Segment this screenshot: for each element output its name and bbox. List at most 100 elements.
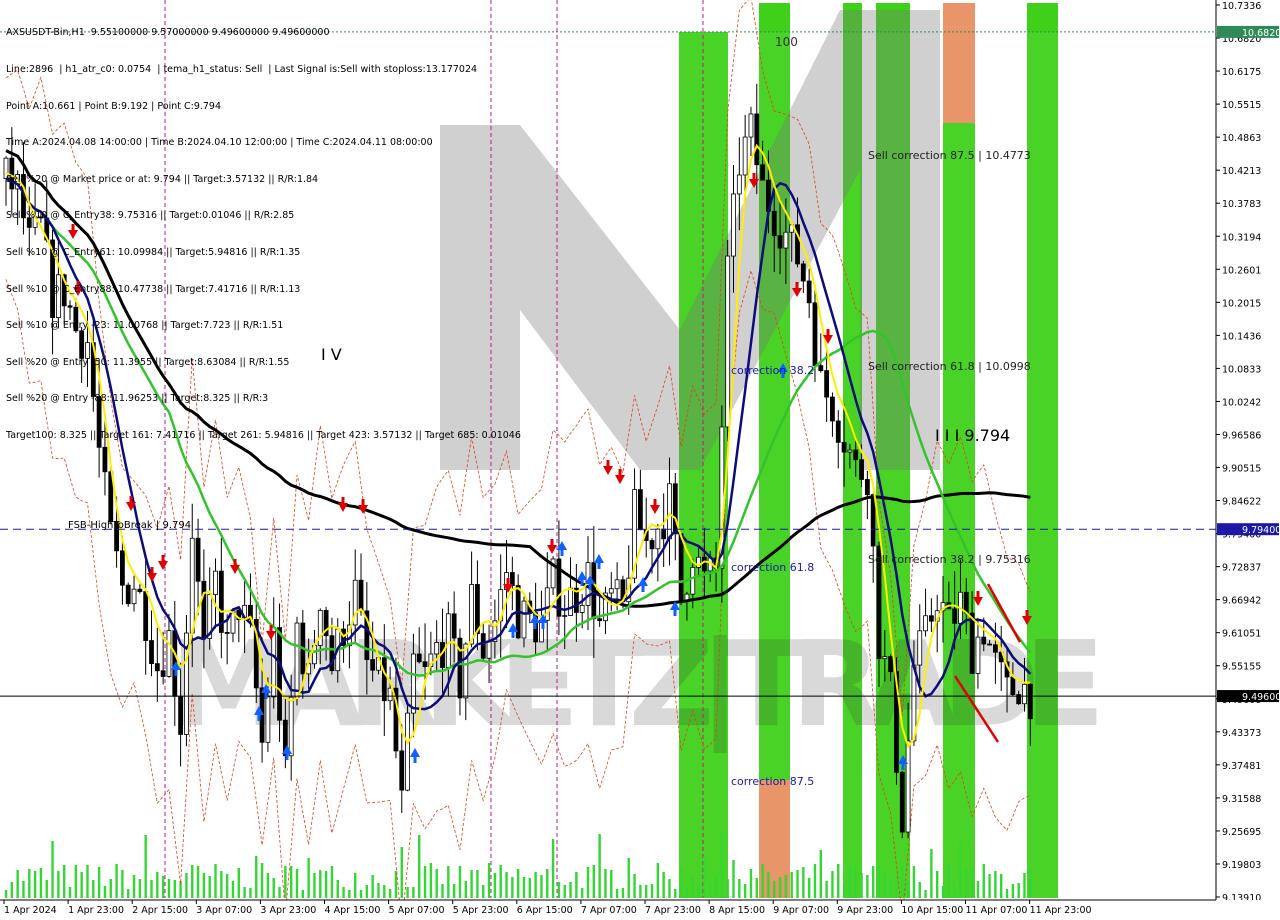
volume-bar (988, 874, 991, 898)
orange-zone (943, 3, 975, 123)
candle-body (993, 644, 998, 653)
green-zone (759, 3, 790, 32)
candle-body (195, 537, 201, 582)
volume-bar (487, 863, 491, 898)
candle-body (1022, 683, 1027, 705)
info-line: Sell %20 @ Market price or at: 9.794 || … (6, 173, 319, 185)
candle-body (224, 632, 230, 634)
volume-bar (383, 885, 386, 898)
volume-bar (522, 877, 526, 898)
candle-body (847, 449, 853, 453)
candle-body (399, 750, 405, 791)
volume-bar (807, 878, 811, 898)
volume-bar (557, 882, 561, 898)
volume-bar (819, 850, 822, 898)
candle-body (405, 712, 410, 791)
volume-bar (842, 885, 846, 898)
candle-body (381, 657, 387, 702)
price-tick-label: 10.4213 (1222, 166, 1261, 177)
volume-bar (482, 885, 485, 898)
candle-body (812, 302, 818, 367)
candle-body (824, 370, 830, 398)
candle-body (370, 659, 376, 671)
volume-bar (662, 872, 665, 898)
price-tick-label: 10.6175 (1222, 67, 1261, 78)
candle-body (899, 771, 905, 833)
volume-bar (540, 875, 543, 898)
volume-bar (458, 866, 462, 898)
label-100: 100 (775, 35, 798, 49)
volume-bar (505, 872, 508, 898)
volume-bar (854, 865, 857, 898)
volume-bar (697, 885, 700, 898)
candle-body (742, 136, 748, 176)
volume-bar (551, 839, 555, 898)
volume-bar (918, 882, 921, 898)
volume-bar (103, 886, 107, 898)
time-tick-label: 3 Apr 23:00 (260, 905, 316, 916)
volume-bar (778, 877, 782, 898)
candle-body (690, 567, 696, 595)
volume-bar (156, 872, 159, 898)
volume-bar (45, 880, 48, 898)
volume-bar (912, 866, 916, 898)
time-tick-label: 7 Apr 23:00 (645, 905, 701, 916)
time-tick-label: 1 Apr 2024 (4, 905, 57, 916)
info-line: Point A:10.661 | Point B:9.192 | Point C… (6, 100, 222, 112)
volume-bar (16, 870, 19, 898)
candle-body (905, 740, 911, 833)
price-tick-label: 10.2015 (1222, 298, 1261, 309)
volume-bar (435, 869, 438, 898)
candle-body (888, 656, 894, 673)
candle-body (125, 584, 131, 605)
time-tick-label: 11 Apr 07:00 (966, 905, 1028, 916)
price-tick-label: 9.96586 (1222, 430, 1261, 441)
candle-body (800, 263, 806, 282)
candle-body (830, 396, 835, 422)
volume-bar (336, 880, 339, 898)
wave-label-iii: I I I 9.794 (935, 426, 1010, 445)
correction-382-label: correction 38.2 (731, 364, 814, 377)
price-tick-label: 10.3783 (1222, 199, 1261, 210)
candle-body (597, 618, 603, 622)
volume-bar (621, 888, 625, 898)
volume-bar (924, 890, 927, 898)
correction-618-label: correction 61.8 (731, 561, 814, 574)
candle-body (672, 483, 678, 535)
info-line: Target100: 8.325 || Target 161: 7.41716 … (6, 429, 521, 441)
volume-bar (656, 863, 660, 898)
candle-body (160, 670, 166, 677)
candle-body (213, 570, 218, 595)
volume-bar (732, 860, 735, 898)
volume-bar (470, 870, 473, 898)
volume-bar (610, 870, 613, 898)
trading-chart-window[interactable]: MARKETZ|TRADE 100 I VI I I 9.794 FSB-HighTo… (0, 0, 1280, 920)
volume-bar (802, 867, 805, 898)
price-tick-label: 10.0242 (1222, 397, 1261, 408)
volume-bar (598, 834, 601, 898)
volume-bar (720, 833, 724, 898)
volume-bar (499, 865, 502, 898)
volume-bar (22, 881, 25, 898)
volume-bar (173, 880, 176, 898)
candle-body (917, 630, 923, 666)
volume-bar (39, 868, 43, 898)
candle-body (486, 641, 492, 659)
volume-bar (586, 867, 590, 898)
candle-body (288, 696, 294, 757)
volume-bar (10, 882, 14, 898)
candle-body (649, 540, 655, 550)
volume-bar (615, 889, 619, 898)
volume-bar (901, 865, 904, 898)
sell-correction-618-label: Sell correction 61.8 | 10.0998 (868, 360, 1031, 373)
volume-bar (266, 873, 270, 898)
volume-bar (278, 887, 281, 898)
candle-body (277, 627, 282, 721)
price-tick-label: 10.2601 (1222, 265, 1261, 276)
volume-bar (68, 887, 72, 898)
volume-bar (674, 889, 677, 898)
volume-bar (580, 888, 584, 898)
info-line: AXSUSDT-Bin,H1 9.55100000 9.57000000 9.4… (6, 27, 330, 39)
volume-bar (289, 866, 293, 898)
candle-body (201, 580, 207, 639)
